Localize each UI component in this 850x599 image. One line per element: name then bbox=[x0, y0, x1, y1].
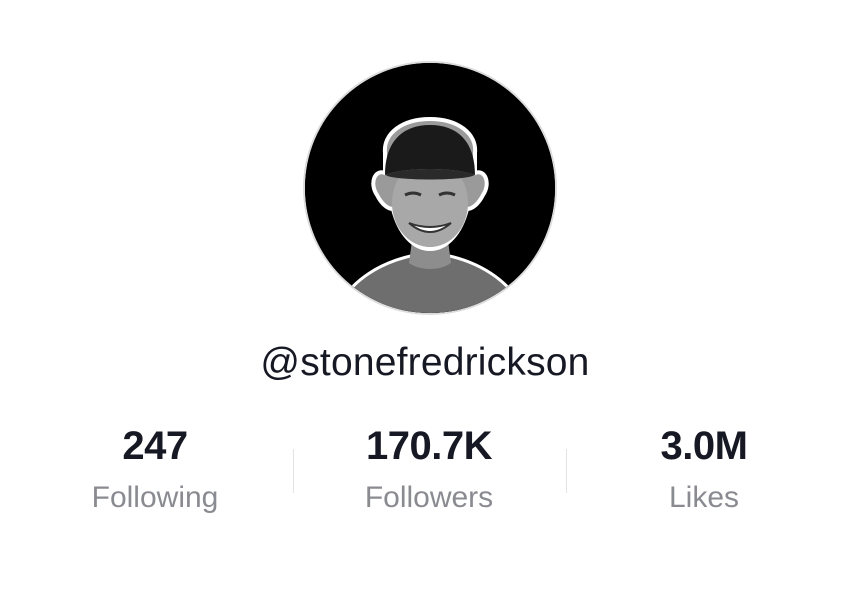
stat-divider bbox=[293, 449, 294, 493]
stat-followers[interactable]: 170.7K Followers bbox=[319, 420, 539, 518]
username: @stonefredrickson bbox=[260, 341, 590, 384]
stat-likes[interactable]: 3.0M Likes bbox=[594, 420, 814, 518]
profile-header: @stonefredrickson 247 Following 170.7K F… bbox=[0, 0, 850, 599]
followers-count: 170.7K bbox=[366, 424, 492, 468]
avatar[interactable] bbox=[305, 63, 555, 313]
following-label: Following bbox=[91, 481, 219, 514]
likes-count: 3.0M bbox=[660, 424, 748, 468]
followers-label: Followers bbox=[364, 481, 494, 514]
following-count: 247 bbox=[122, 424, 188, 468]
likes-label: Likes bbox=[668, 481, 740, 514]
avatar-photo-icon bbox=[305, 63, 555, 313]
stat-divider bbox=[566, 449, 567, 493]
stat-following[interactable]: 247 Following bbox=[45, 420, 265, 518]
